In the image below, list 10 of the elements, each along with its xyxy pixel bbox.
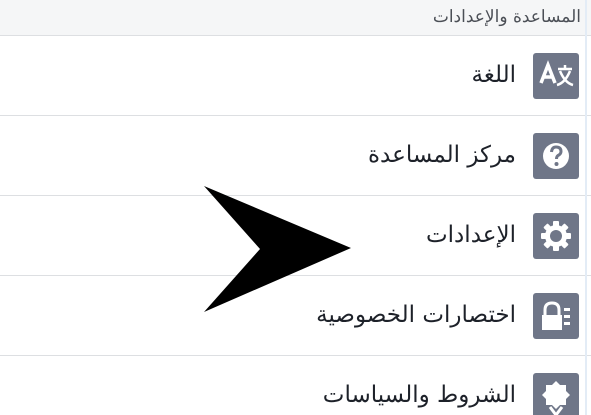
lock-icon	[533, 292, 579, 338]
menu-item-label[interactable]: مركز المساعدة	[368, 144, 516, 167]
help-icon	[533, 132, 579, 178]
menu-item-label[interactable]: الشروط والسياسات	[322, 384, 516, 407]
menu-item-label[interactable]: الإعدادات	[426, 224, 516, 247]
language-icon	[533, 52, 579, 98]
menu-item-label[interactable]: اختصارات الخصوصية	[316, 304, 516, 327]
section-header: المساعدة والإعدادات	[432, 9, 581, 26]
menu-item-label[interactable]: اللغة	[472, 64, 516, 87]
settings-icon	[533, 212, 579, 258]
